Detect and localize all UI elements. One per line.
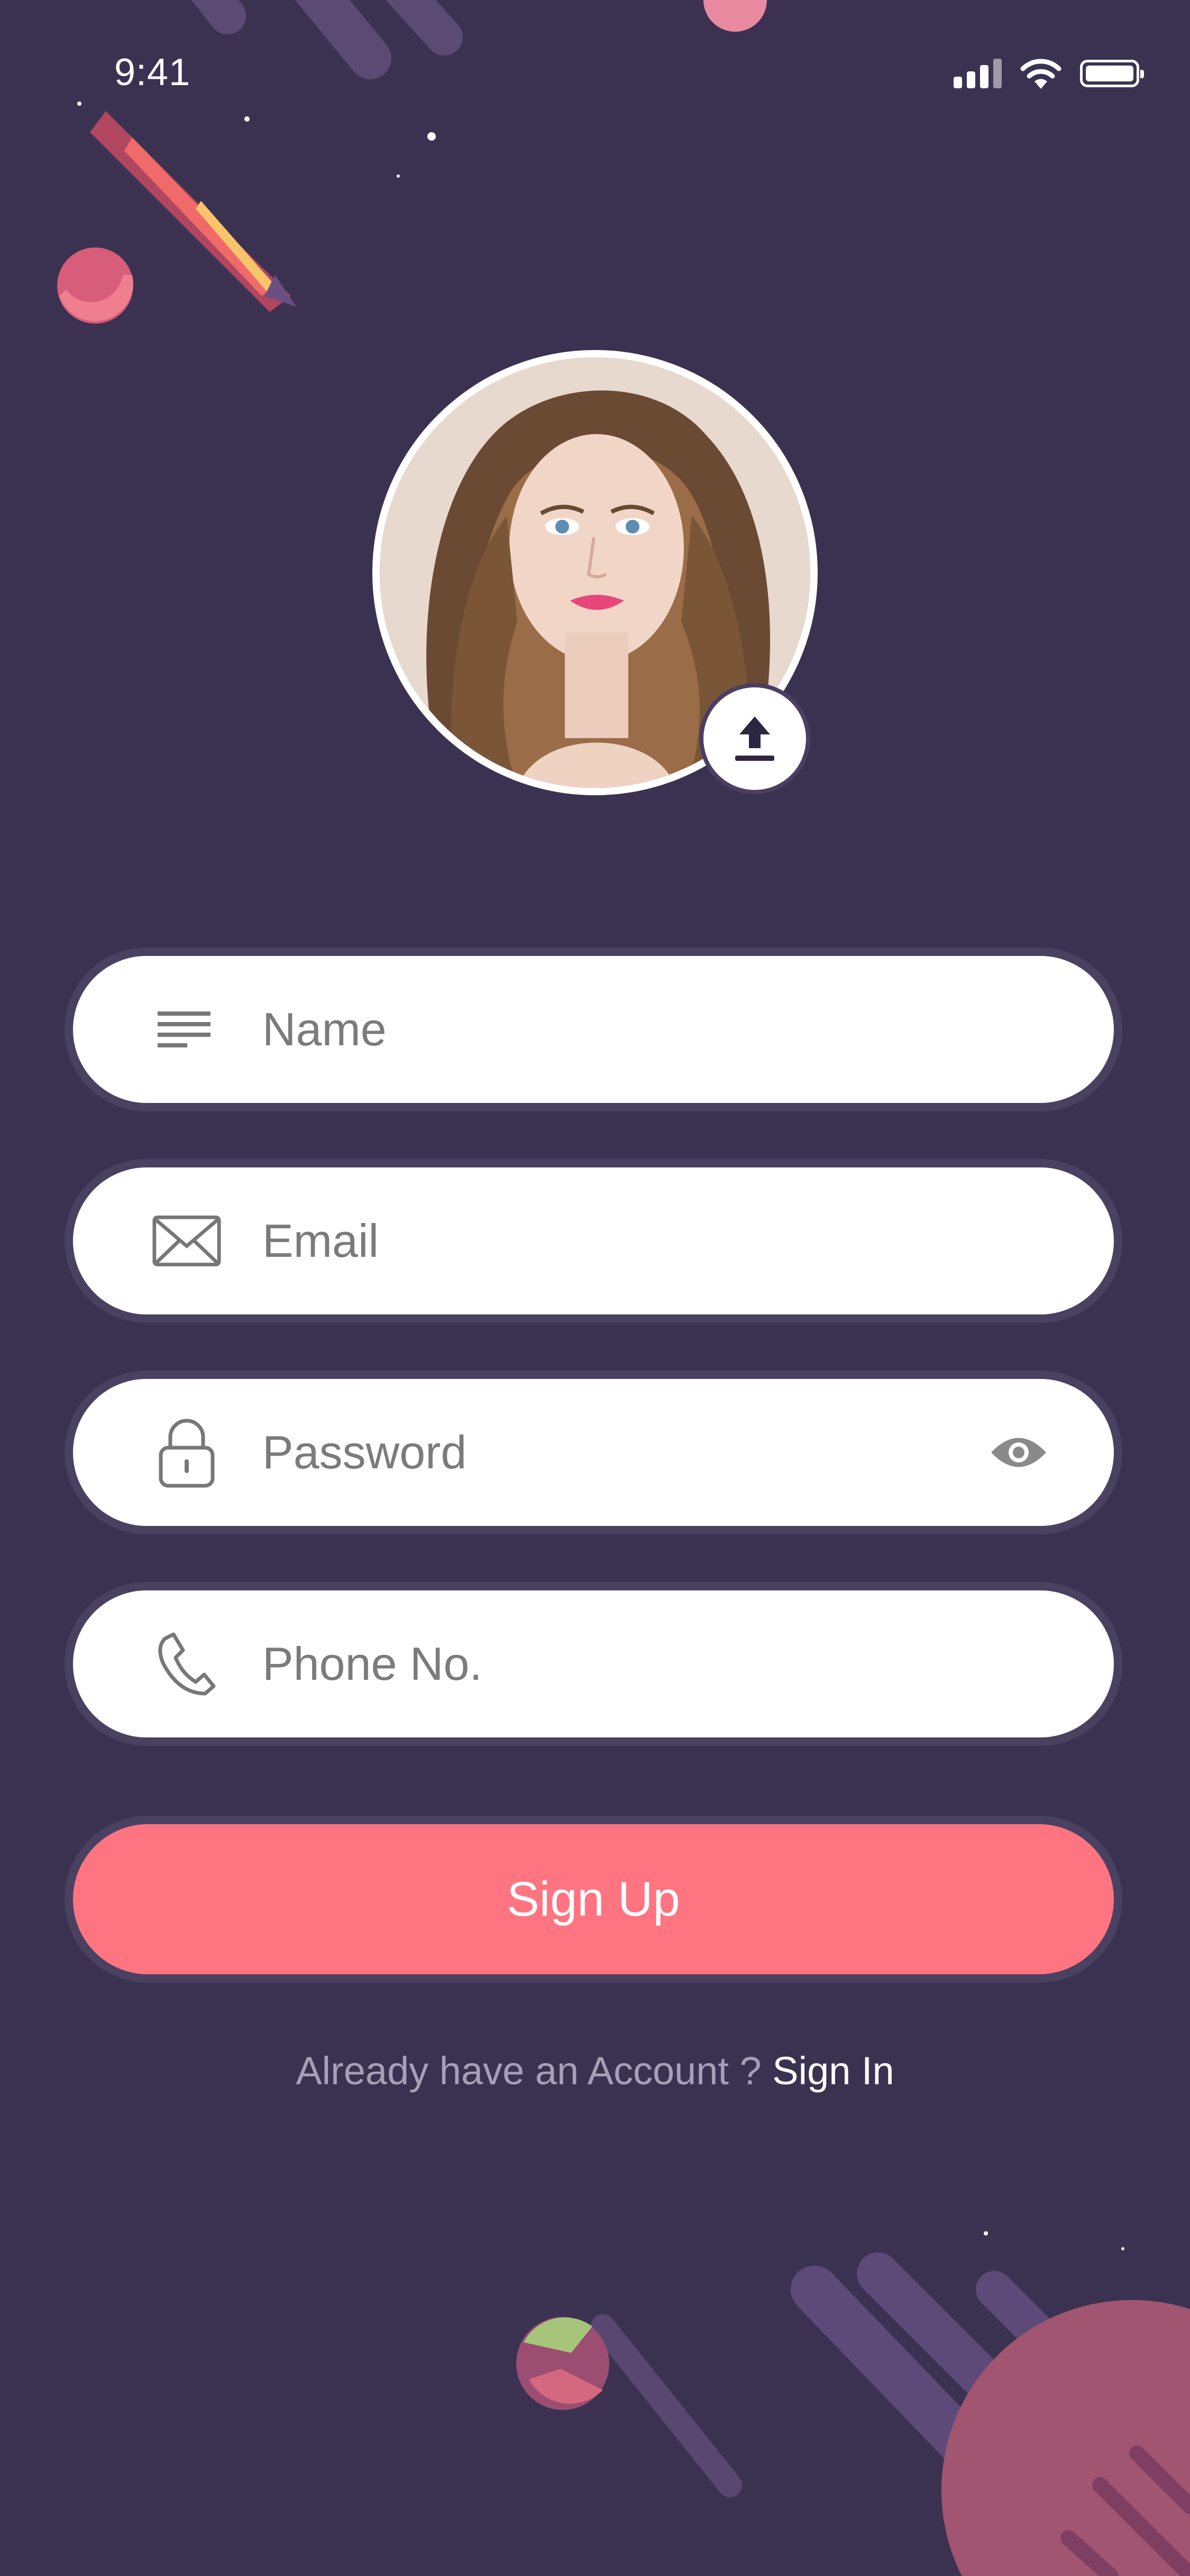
signup-button[interactable]: Sign Up [73,1824,1114,1974]
lock-icon [152,1418,221,1488]
battery-icon [1080,60,1144,87]
text-lines-icon [152,995,221,1064]
password-field [65,1370,1122,1534]
upload-icon [735,716,774,761]
wifi-icon [1020,59,1061,89]
star [984,2231,988,2235]
star [1121,2247,1124,2250]
signup-button-wrapper: Sign Up [65,1816,1122,1983]
star [397,174,400,178]
password-input[interactable] [261,1425,987,1480]
eye-icon [991,1438,1046,1467]
signal-icon [954,59,1002,88]
phone-input[interactable] [261,1636,1050,1691]
star [77,102,81,106]
name-input[interactable] [261,1002,1050,1057]
signin-prompt: Already have an Account ? Sign In [0,2048,1190,2093]
email-field [65,1159,1122,1323]
upload-photo-button[interactable] [699,683,810,794]
envelope-icon [152,1207,221,1275]
status-time: 9:41 [114,51,191,94]
show-password-toggle[interactable] [987,1431,1050,1474]
account-prompt-text: Already have an Account ? [296,2049,773,2093]
email-input[interactable] [261,1213,1050,1268]
star [244,116,250,122]
phone-icon [152,1630,221,1698]
name-field [65,947,1122,1111]
signin-link[interactable]: Sign In [772,2049,894,2093]
status-icons [954,58,1144,89]
phone-field [65,1582,1122,1746]
star [427,132,436,141]
